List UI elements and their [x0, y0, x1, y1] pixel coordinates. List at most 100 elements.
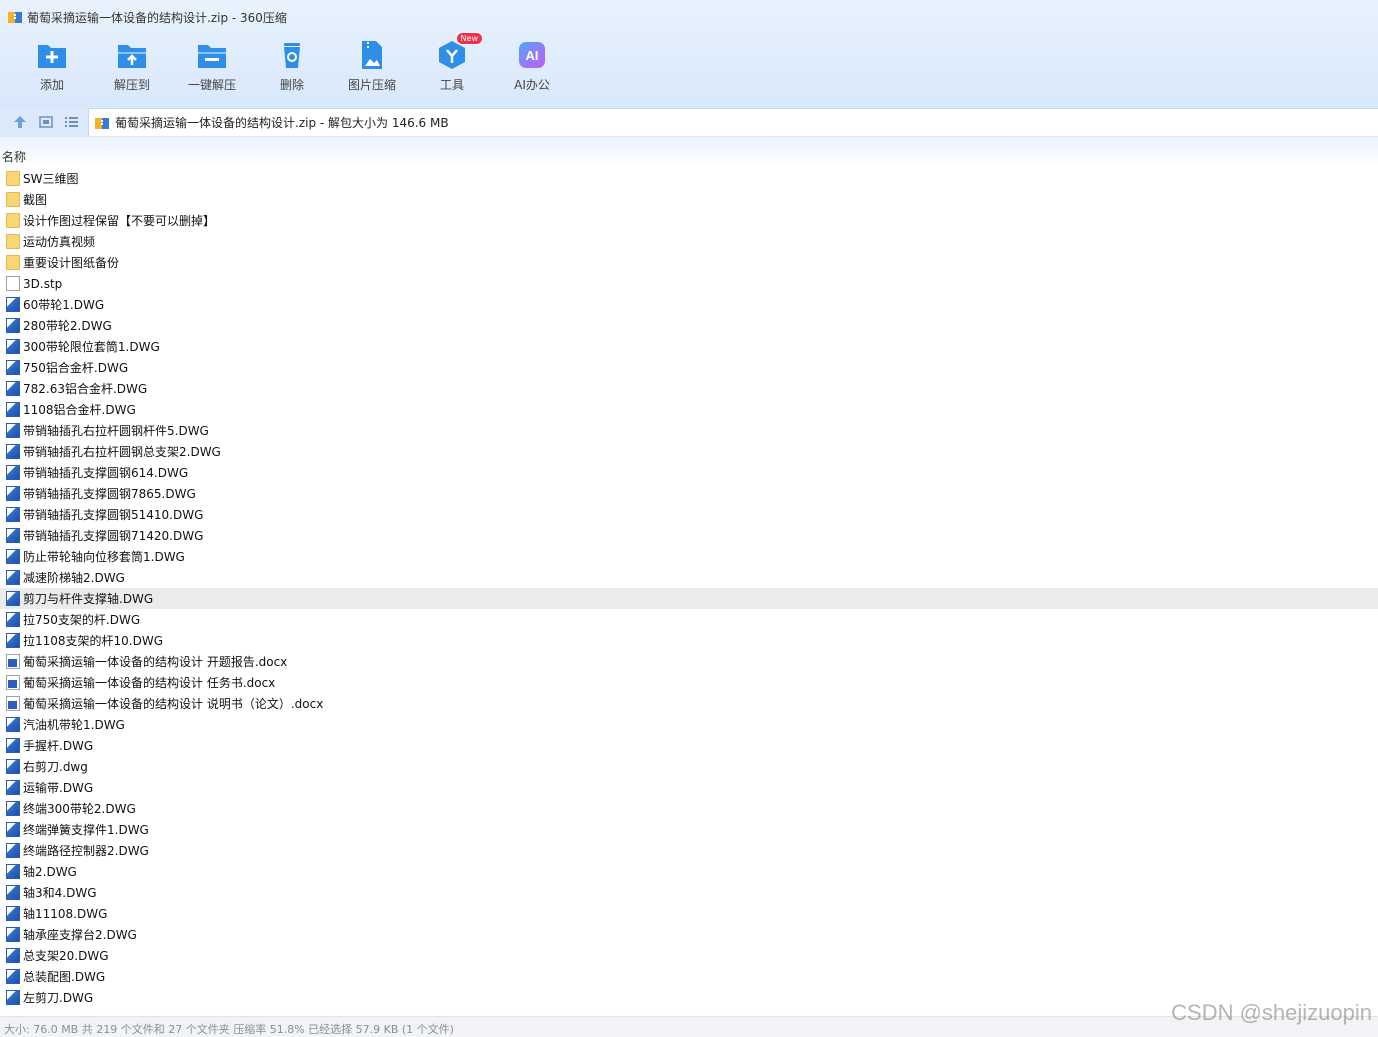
extract-to-button[interactable]: 解压到 — [92, 38, 172, 98]
file-row[interactable]: 带销轴插孔支撑圆钢51410.DWG — [0, 504, 1378, 525]
extract-to-label: 解压到 — [113, 78, 150, 92]
file-row[interactable]: 汽油机带轮1.DWG — [0, 714, 1378, 735]
file-row[interactable]: 葡萄采摘运输一体设备的结构设计 开题报告.docx — [0, 651, 1378, 672]
folder-row[interactable]: 截图 — [0, 189, 1378, 210]
dwg-file-icon — [6, 633, 20, 648]
file-row[interactable]: 轴承座支撑台2.DWG — [0, 924, 1378, 945]
file-name: 葡萄采摘运输一体设备的结构设计 开题报告.docx — [23, 655, 288, 669]
file-row[interactable]: 轴3和4.DWG — [0, 882, 1378, 903]
file-name: 葡萄采摘运输一体设备的结构设计 任务书.docx — [23, 676, 276, 690]
file-name: 葡萄采摘运输一体设备的结构设计 说明书（论文）.docx — [23, 697, 324, 711]
dwg-file-icon — [6, 864, 20, 879]
file-row[interactable]: 终端300带轮2.DWG — [0, 798, 1378, 819]
file-row[interactable]: 280带轮2.DWG — [0, 315, 1378, 336]
dwg-file-icon — [6, 360, 20, 375]
one-click-extract-icon — [195, 38, 229, 72]
file-row[interactable]: 带销轴插孔右拉杆圆钢总支架2.DWG — [0, 441, 1378, 462]
file-name: 轴2.DWG — [23, 865, 77, 879]
dwg-file-icon — [6, 465, 20, 480]
file-row[interactable]: 葡萄采摘运输一体设备的结构设计 说明书（论文）.docx — [0, 693, 1378, 714]
file-row[interactable]: 拉750支架的杆.DWG — [0, 609, 1378, 630]
file-row[interactable]: 终端路径控制器2.DWG — [0, 840, 1378, 861]
file-row[interactable]: 带销轴插孔支撑圆钢7865.DWG — [0, 483, 1378, 504]
file-row[interactable]: 总支架20.DWG — [0, 945, 1378, 966]
one-click-extract-button[interactable]: 一键解压 — [172, 38, 252, 98]
file-row[interactable]: 运输带.DWG — [0, 777, 1378, 798]
file-row[interactable]: 轴11108.DWG — [0, 903, 1378, 924]
folder-row[interactable]: SW三维图 — [0, 168, 1378, 189]
zip-archive-icon — [8, 10, 22, 24]
dwg-file-icon — [6, 717, 20, 732]
file-row[interactable]: 葡萄采摘运输一体设备的结构设计 任务书.docx — [0, 672, 1378, 693]
tools-button[interactable]: New 工具 — [412, 32, 492, 98]
file-row[interactable]: 750铝合金杆.DWG — [0, 357, 1378, 378]
file-row[interactable]: 带销轴插孔支撑圆钢614.DWG — [0, 462, 1378, 483]
file-row[interactable]: 终端弹簧支撑件1.DWG — [0, 819, 1378, 840]
file-name: 带销轴插孔支撑圆钢614.DWG — [23, 466, 189, 480]
folder-row[interactable]: 重要设计图纸备份 — [0, 252, 1378, 273]
file-name: 终端300带轮2.DWG — [23, 802, 136, 816]
file-name: 重要设计图纸备份 — [23, 256, 120, 270]
dwg-file-icon — [6, 381, 20, 396]
thumbnail-view-icon[interactable] — [37, 113, 55, 131]
file-row[interactable]: 1108铝合金杆.DWG — [0, 399, 1378, 420]
address-bar[interactable]: 葡萄采摘运输一体设备的结构设计.zip - 解包大小为 146.6 MB — [88, 108, 1378, 136]
dwg-file-icon — [6, 780, 20, 795]
up-arrow-icon[interactable] — [11, 113, 29, 131]
ai-office-icon: AI — [515, 38, 549, 72]
dwg-file-icon — [6, 990, 20, 1005]
file-name: 手握杆.DWG — [23, 739, 94, 753]
file-row[interactable]: 拉1108支架的杆10.DWG — [0, 630, 1378, 651]
file-row[interactable]: 减速阶梯轴2.DWG — [0, 567, 1378, 588]
file-row[interactable]: 剪刀与杆件支撑轴.DWG — [0, 588, 1378, 609]
title-bar: 葡萄采摘运输一体设备的结构设计.zip - 360压缩 — [8, 8, 287, 26]
ai-office-button[interactable]: AI AI办公 — [492, 38, 572, 98]
dwg-file-icon — [6, 969, 20, 984]
file-name: 轴承座支撑台2.DWG — [23, 928, 137, 942]
file-name: 减速阶梯轴2.DWG — [23, 571, 125, 585]
file-row[interactable]: 防止带轮轴向位移套筒1.DWG — [0, 546, 1378, 567]
file-name: 1108铝合金杆.DWG — [23, 403, 136, 417]
file-name: 左剪刀.DWG — [23, 991, 94, 1005]
dwg-file-icon — [6, 549, 20, 564]
file-row[interactable]: 60带轮1.DWG — [0, 294, 1378, 315]
folder-icon — [6, 255, 20, 270]
file-row[interactable]: 手握杆.DWG — [0, 735, 1378, 756]
svg-text:AI: AI — [526, 48, 539, 63]
new-badge: New — [455, 32, 483, 45]
file-row[interactable]: 300带轮限位套筒1.DWG — [0, 336, 1378, 357]
window-title: 葡萄采摘运输一体设备的结构设计.zip - 360压缩 — [27, 10, 287, 25]
image-compress-button[interactable]: 图片压缩 — [332, 38, 412, 98]
extract-to-icon — [115, 38, 149, 72]
word-document-icon — [6, 654, 20, 669]
file-name: 运输带.DWG — [23, 781, 94, 795]
folder-icon — [6, 192, 20, 207]
file-row[interactable]: 带销轴插孔支撑圆钢71420.DWG — [0, 525, 1378, 546]
file-name: 汽油机带轮1.DWG — [23, 718, 125, 732]
file-name: 终端弹簧支撑件1.DWG — [23, 823, 149, 837]
watermark: CSDN @shejizuopin — [1171, 1000, 1372, 1025]
dwg-file-icon — [6, 801, 20, 816]
image-compress-label: 图片压缩 — [347, 78, 396, 92]
dwg-file-icon — [6, 591, 20, 606]
file-name: 带销轴插孔支撑圆钢51410.DWG — [23, 508, 204, 522]
folder-icon — [6, 213, 20, 228]
folder-icon — [6, 234, 20, 249]
list-view-icon[interactable] — [62, 113, 80, 131]
file-row[interactable]: 右剪刀.dwg — [0, 756, 1378, 777]
file-name: 拉1108支架的杆10.DWG — [23, 634, 164, 648]
dwg-file-icon — [6, 843, 20, 858]
file-row[interactable]: 带销轴插孔右拉杆圆钢杆件5.DWG — [0, 420, 1378, 441]
file-row[interactable]: 轴2.DWG — [0, 861, 1378, 882]
file-row[interactable]: 3D.stp — [0, 273, 1378, 294]
add-button[interactable]: 添加 — [12, 38, 92, 98]
file-row[interactable]: 总装配图.DWG — [0, 966, 1378, 987]
dwg-file-icon — [6, 906, 20, 921]
delete-button[interactable]: 删除 — [252, 38, 332, 98]
folder-row[interactable]: 运动仿真视频 — [0, 231, 1378, 252]
dwg-file-icon — [6, 927, 20, 942]
name-column-header[interactable]: 名称 — [2, 148, 26, 165]
file-row[interactable]: 782.63铝合金杆.DWG — [0, 378, 1378, 399]
folder-row[interactable]: 设计作图过程保留【不要可以删掉】 — [0, 210, 1378, 231]
file-name: 带销轴插孔右拉杆圆钢总支架2.DWG — [23, 445, 221, 459]
